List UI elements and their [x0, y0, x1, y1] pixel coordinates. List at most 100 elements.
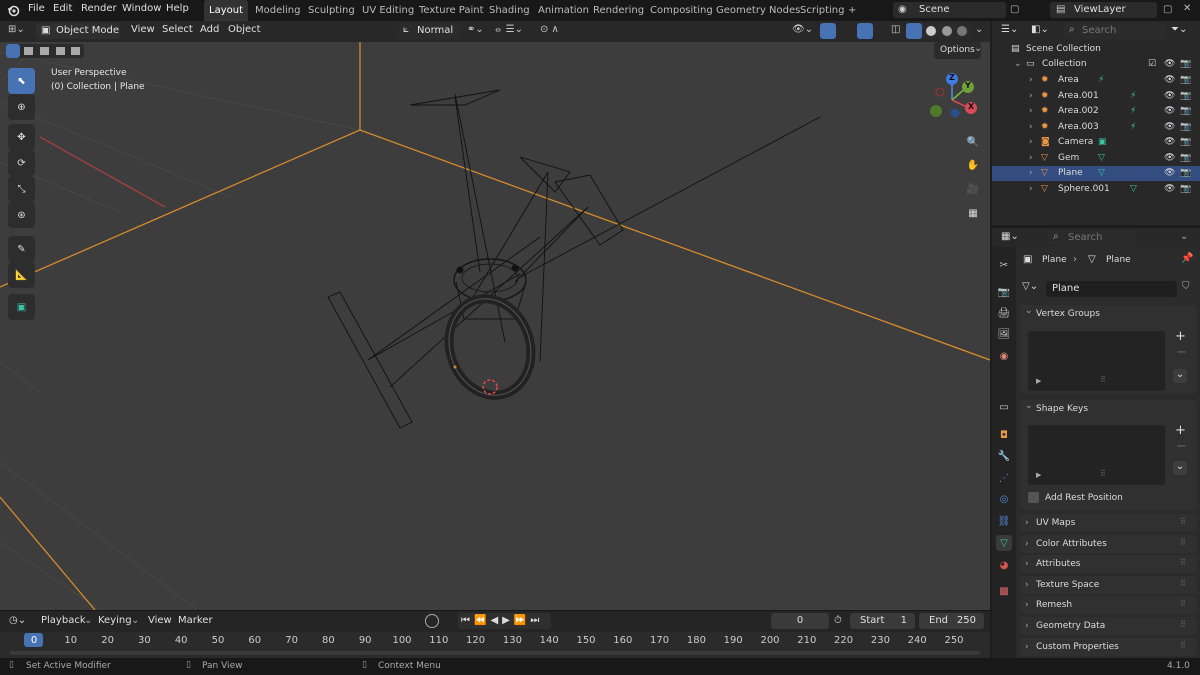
select-box-tool[interactable]: ⬉: [8, 68, 35, 94]
transform-tool[interactable]: ⊛: [8, 202, 35, 228]
panel-drag-handle-icon[interactable]: ⠿: [1180, 517, 1186, 526]
expand-arrow-icon[interactable]: ›: [1029, 104, 1033, 119]
render-camera-icon[interactable]: 📷: [1180, 151, 1191, 166]
modifier-tab-icon[interactable]: 🔧: [996, 448, 1012, 464]
shape-list-expand-icon[interactable]: ▶: [1036, 471, 1041, 479]
editor-type-icon[interactable]: ⊞⌄: [8, 24, 25, 35]
visibility-eye-icon[interactable]: 👁: [1164, 120, 1175, 135]
render-camera-icon[interactable]: 📷: [1180, 166, 1191, 181]
wireframe-shading-icon[interactable]: [906, 23, 922, 39]
menu-render[interactable]: Render: [81, 3, 117, 14]
shape-key-specials-button[interactable]: ⌄: [1173, 461, 1187, 475]
orthographic-toggle-icon[interactable]: ▦: [962, 202, 984, 224]
properties-search-input[interactable]: Search: [1048, 230, 1136, 246]
measure-tool[interactable]: 📐: [8, 262, 35, 288]
tool-tab-icon[interactable]: ✂: [996, 257, 1012, 273]
constraints-tab-icon[interactable]: ⛓: [996, 513, 1012, 529]
solid-shading-icon[interactable]: [926, 26, 936, 36]
panel-drag-handle-icon[interactable]: ⠿: [1180, 579, 1186, 588]
expand-arrow-icon[interactable]: ›: [1029, 120, 1033, 135]
menu-window[interactable]: Window: [122, 3, 161, 14]
mesh-data-name-field[interactable]: Plane: [1046, 281, 1177, 297]
tab-rendering[interactable]: Rendering: [588, 0, 649, 21]
expand-arrow-icon[interactable]: ›: [1029, 73, 1033, 88]
menu-add[interactable]: Add: [200, 24, 219, 35]
play-reverse-icon[interactable]: ◀: [490, 615, 502, 626]
menu-timeline-view[interactable]: View: [148, 615, 172, 626]
pan-hand-icon[interactable]: ✋: [962, 154, 984, 176]
tab-shading[interactable]: Shading: [484, 0, 535, 21]
camera-view-icon[interactable]: 🎥: [962, 178, 984, 200]
navigation-gizmo[interactable]: Z Y X: [922, 70, 982, 130]
play-icon[interactable]: ▶: [502, 615, 514, 626]
physics-tab-icon[interactable]: ◎: [996, 491, 1012, 507]
preview-range-icon[interactable]: ⏱: [834, 615, 842, 626]
annotate-tool[interactable]: ✎: [8, 236, 35, 262]
mesh-data-browse-icon[interactable]: ▽⌄: [1022, 281, 1038, 292]
collection-render-icon[interactable]: 📷: [1180, 57, 1191, 72]
mesh-data-icon[interactable]: ▽: [1098, 151, 1105, 166]
mesh-data-icon[interactable]: ▽: [1130, 182, 1137, 197]
light-data-icon[interactable]: ⚡: [1098, 73, 1104, 88]
properties-editor-icon[interactable]: ▦⌄: [1001, 231, 1019, 242]
jump-end-icon[interactable]: ⏭: [530, 615, 543, 626]
collection-row[interactable]: ⌄ ▭ Collection ☑ 👁 📷: [992, 57, 1200, 72]
expand-arrow-icon[interactable]: ›: [1029, 89, 1033, 104]
collection-tab-icon[interactable]: ▭: [996, 399, 1012, 415]
tab-geometry-nodes[interactable]: Geometry Nodes: [711, 0, 805, 21]
render-tab-icon[interactable]: 📷: [996, 284, 1012, 300]
current-frame-field[interactable]: 0: [771, 613, 829, 629]
panel-drag-handle-icon[interactable]: ⠿: [1180, 620, 1186, 629]
light-data-icon[interactable]: ⚡: [1130, 104, 1136, 119]
list-resize-icon[interactable]: ⠿: [1100, 375, 1106, 384]
visibility-eye-icon[interactable]: 👁: [1164, 135, 1175, 150]
view-layer-remove-icon[interactable]: ✕: [1183, 3, 1191, 14]
timeline-editor-icon[interactable]: ◷⌄: [9, 615, 26, 626]
collapsed-panel-header[interactable]: Texture Space: [1020, 576, 1197, 594]
filter-icon[interactable]: ⏷⌄: [1171, 24, 1187, 35]
scene-tab-icon[interactable]: ◉: [996, 348, 1012, 364]
collapsed-panel-header[interactable]: Geometry Data: [1020, 617, 1197, 635]
visibility-icon[interactable]: 👁⌄: [792, 24, 813, 35]
cursor-tool[interactable]: ⊕: [8, 94, 35, 120]
visibility-eye-icon[interactable]: 👁: [1164, 182, 1175, 197]
collapsed-panel-header[interactable]: Custom Properties: [1020, 638, 1197, 656]
next-keyframe-icon[interactable]: ⏩: [514, 615, 530, 626]
remove-shape-key-button[interactable]: −: [1176, 439, 1187, 454]
collapsed-panel-header[interactable]: UV Maps: [1020, 514, 1197, 532]
panel-drag-handle-icon[interactable]: ⠿: [1180, 538, 1186, 547]
pivot-icon[interactable]: ⚭⌄: [467, 24, 484, 35]
outliner-item-row[interactable]: › ◙ Camera ▣ 👁 📷: [992, 135, 1200, 150]
remove-vertex-group-button[interactable]: −: [1176, 345, 1187, 360]
shading-options-icon[interactable]: ⌄: [975, 24, 983, 35]
vertex-groups-header[interactable]: Vertex Groups: [1020, 302, 1197, 324]
visibility-eye-icon[interactable]: 👁: [1164, 73, 1175, 88]
visibility-eye-icon[interactable]: 👁: [1164, 151, 1175, 166]
tab-scripting[interactable]: Scripting: [795, 0, 849, 21]
shape-keys-list[interactable]: ▶ ⠿: [1028, 425, 1165, 485]
panel-drag-handle-icon[interactable]: ⠿: [1180, 558, 1186, 567]
add-rest-position-checkbox[interactable]: [1028, 492, 1039, 503]
scene-collection-row[interactable]: ▤ Scene Collection: [992, 42, 1200, 57]
rendered-shading-icon[interactable]: [957, 26, 967, 36]
gizmo-toggle-icon[interactable]: [820, 23, 836, 39]
outliner-item-row[interactable]: › ▽ Plane ▽ 👁 📷: [992, 166, 1200, 181]
fake-user-icon[interactable]: ⛉: [1182, 281, 1190, 292]
render-camera-icon[interactable]: 📷: [1180, 120, 1191, 135]
timeline-scrollbar[interactable]: [10, 651, 980, 655]
menu-view[interactable]: View: [131, 24, 155, 35]
menu-marker[interactable]: Marker: [178, 615, 213, 626]
outliner-search-input[interactable]: Search: [1064, 23, 1166, 39]
end-frame-field[interactable]: End 250: [919, 613, 984, 629]
scale-tool[interactable]: ⤡: [8, 176, 35, 202]
visibility-eye-icon[interactable]: 👁: [1164, 166, 1175, 181]
render-camera-icon[interactable]: 📷: [1180, 182, 1191, 197]
shape-keys-header[interactable]: Shape Keys: [1020, 397, 1197, 419]
vertex-groups-list[interactable]: ▶ ⠿: [1028, 331, 1165, 391]
prev-keyframe-icon[interactable]: ⏪: [474, 615, 490, 626]
camera-data-icon[interactable]: ▣: [1098, 135, 1107, 150]
menu-help[interactable]: Help: [166, 3, 189, 14]
menu-object[interactable]: Object: [228, 24, 261, 35]
zoom-icon[interactable]: 🔍: [962, 131, 984, 153]
outliner-item-row[interactable]: › ✹ Area.003 ⚡ 👁 📷: [992, 120, 1200, 135]
